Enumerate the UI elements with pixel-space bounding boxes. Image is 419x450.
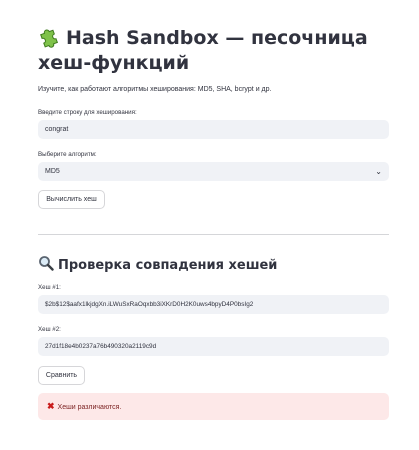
page-title-line-1: Hash Sandbox — песочница bbox=[38, 26, 368, 49]
cross-mark-icon: ✖ bbox=[47, 401, 55, 411]
page-title-line-2: хеш-функций bbox=[38, 52, 190, 74]
title-text-1: Hash Sandbox — песочница bbox=[66, 27, 368, 49]
compare-title-text: Проверка совпадения хешей bbox=[58, 258, 278, 273]
hash-input-label: Введите строку для хеширования: bbox=[38, 109, 137, 116]
algorithm-select[interactable]: MD5 ⌄ bbox=[38, 162, 389, 181]
compare-button[interactable]: Сравнить bbox=[38, 366, 85, 385]
puzzle-piece-icon bbox=[38, 26, 60, 48]
hash1-input[interactable]: $2b$12$aafx1lkjdgXn.iLWuSxRaOqxbb3iXKrD0… bbox=[38, 295, 389, 314]
section-divider bbox=[38, 234, 389, 235]
result-alert: ✖ Хеши различаются. bbox=[38, 393, 389, 420]
hash-input[interactable]: congrat bbox=[38, 120, 389, 139]
hash2-input[interactable]: 27d1f18e4b0237a76b490320a2119c9d bbox=[38, 337, 389, 356]
hash2-label: Хеш #2: bbox=[38, 326, 61, 333]
magnifier-icon bbox=[38, 255, 54, 271]
chevron-down-icon: ⌄ bbox=[375, 167, 382, 176]
hash1-label: Хеш #1: bbox=[38, 284, 61, 291]
compute-hash-button[interactable]: Вычислить хеш bbox=[38, 190, 105, 209]
algorithm-selected-value: MD5 bbox=[45, 168, 60, 175]
compare-section-title: Проверка совпадения хешей bbox=[38, 255, 277, 273]
result-text: Хеши различаются. bbox=[57, 404, 122, 411]
page-description: Изучите, как работают алгоритмы хеширова… bbox=[38, 86, 272, 93]
algorithm-select-label: Выберите алгоритм: bbox=[38, 151, 97, 158]
